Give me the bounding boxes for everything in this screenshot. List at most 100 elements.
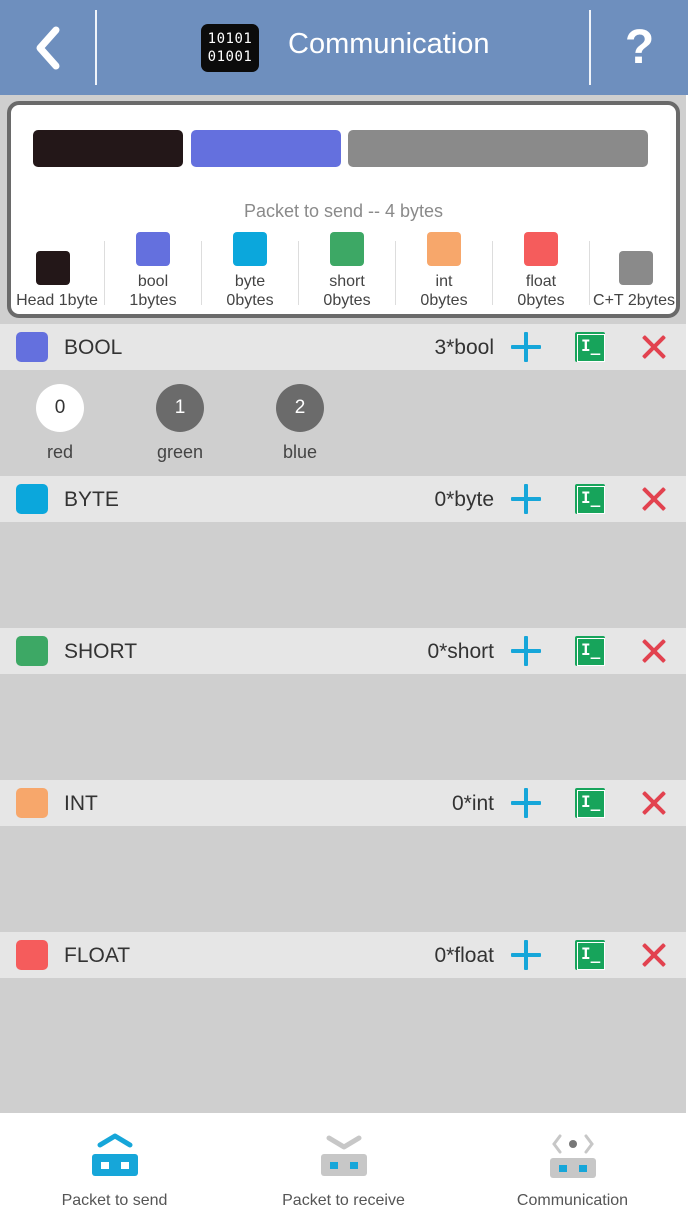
- legend-swatch-short: [330, 232, 364, 266]
- add-short-button[interactable]: [509, 634, 543, 668]
- section-body-int: [0, 826, 686, 932]
- delete-int-button[interactable]: [638, 787, 670, 819]
- packet-caption: Packet to send -- 4 bytes: [243, 201, 444, 221]
- nav-label: Packet to receive: [282, 1192, 405, 1209]
- nav-packet-to-send[interactable]: Packet to send: [0, 1113, 229, 1218]
- app-header: 10101 01001 Communication ?: [0, 0, 688, 95]
- section-body-float: [0, 978, 686, 1113]
- header-divider: [95, 10, 97, 85]
- section-name-bool: BOOL: [64, 336, 123, 359]
- section-header-int: INT 0*int I_: [0, 780, 686, 826]
- section-body-byte: [0, 522, 686, 628]
- add-byte-button[interactable]: [509, 482, 543, 516]
- legend-swatch-checksum-tail: [619, 251, 653, 285]
- legend-item-checksum-tail: C+T 2bytes: [590, 229, 678, 309]
- legend-size-float: 0bytes: [517, 292, 565, 309]
- bool-item[interactable]: 2 blue: [250, 370, 350, 476]
- edit-int-button[interactable]: I_: [575, 788, 605, 818]
- binary-icon: 10101 01001: [201, 24, 259, 72]
- legend-label-checksum-tail: C+T 2bytes: [593, 292, 675, 309]
- section-swatch-short: [16, 636, 48, 666]
- legend-size-int: 0bytes: [420, 292, 468, 309]
- legend-item-byte: byte 0bytes: [202, 229, 298, 309]
- bool-item[interactable]: 0 red: [10, 370, 110, 476]
- section-header-byte: BYTE 0*byte I_: [0, 476, 686, 522]
- packet-summary-card: Packet to send -- 4 bytes Head 1byte boo…: [7, 101, 680, 318]
- legend-swatch-int: [427, 232, 461, 266]
- delete-byte-button[interactable]: [638, 483, 670, 515]
- bool-toggle[interactable]: 2: [276, 384, 324, 432]
- section-body-short: [0, 674, 686, 780]
- packet-bar-bool: [191, 130, 341, 167]
- text-edit-icon: I_: [581, 792, 601, 811]
- section-count-byte: 0*byte: [434, 488, 494, 511]
- section-swatch-int: [16, 788, 48, 818]
- section-name-float: FLOAT: [64, 944, 131, 967]
- edit-byte-button[interactable]: I_: [575, 484, 605, 514]
- legend-label-head: Head 1byte: [16, 292, 98, 309]
- legend-size-byte: 0bytes: [226, 292, 274, 309]
- add-int-button[interactable]: [509, 786, 543, 820]
- legend-name-bool: bool: [137, 273, 169, 290]
- packet-bar-head: [33, 130, 183, 167]
- bool-label: red: [46, 442, 73, 462]
- section-count-int: 0*int: [451, 792, 494, 815]
- bool-label: green: [156, 442, 204, 462]
- legend-name-float: float: [525, 273, 557, 290]
- text-edit-icon: I_: [581, 488, 601, 507]
- bottom-nav: Packet to send Packet to receive Communi…: [0, 1113, 688, 1218]
- help-button[interactable]: ?: [591, 0, 688, 95]
- edit-short-button[interactable]: I_: [575, 636, 605, 666]
- packet-bar-checksum-tail: [348, 130, 648, 167]
- legend-swatch-bool: [136, 232, 170, 266]
- legend-size-short: 0bytes: [323, 292, 371, 309]
- text-edit-icon: I_: [581, 944, 601, 963]
- section-header-short: SHORT 0*short I_: [0, 628, 686, 674]
- section-count-float: 0*float: [434, 944, 494, 967]
- add-bool-button[interactable]: [509, 330, 543, 364]
- nav-label: Packet to send: [61, 1192, 168, 1209]
- section-header-float: FLOAT 0*float I_: [0, 932, 686, 978]
- section-swatch-byte: [16, 484, 48, 514]
- legend-item-bool: bool 1bytes: [105, 229, 201, 309]
- text-edit-icon: I_: [581, 640, 601, 659]
- legend-item-head: Head 1byte: [11, 229, 103, 309]
- communication-icon: [550, 1134, 596, 1178]
- legend-size-bool: 1bytes: [129, 292, 177, 309]
- nav-packet-to-receive[interactable]: Packet to receive: [229, 1113, 458, 1218]
- section-body-bool: 0 red 1 green 2 blue: [0, 370, 686, 476]
- section-swatch-float: [16, 940, 48, 970]
- section-count-short: 0*short: [427, 640, 494, 663]
- legend-swatch-float: [524, 232, 558, 266]
- legend-item-float: float 0bytes: [493, 229, 589, 309]
- section-name-int: INT: [64, 792, 98, 815]
- legend-item-int: int 0bytes: [396, 229, 492, 309]
- bool-item[interactable]: 1 green: [130, 370, 230, 476]
- delete-float-button[interactable]: [638, 939, 670, 971]
- section-swatch-bool: [16, 332, 48, 362]
- text-edit-icon: I_: [581, 336, 601, 355]
- section-header-bool: BOOL 3*bool I_: [0, 324, 686, 370]
- add-float-button[interactable]: [509, 938, 543, 972]
- edit-float-button[interactable]: I_: [575, 940, 605, 970]
- legend-swatch-head: [36, 251, 70, 285]
- legend-name-int: int: [435, 273, 453, 290]
- delete-bool-button[interactable]: [638, 331, 670, 363]
- nav-label: Communication: [516, 1192, 629, 1209]
- legend-name-short: short: [329, 273, 365, 290]
- packet-legend: Head 1byte bool 1bytes byte 0bytes short…: [11, 229, 676, 309]
- back-button[interactable]: [0, 0, 96, 95]
- delete-short-button[interactable]: [638, 635, 670, 667]
- legend-name-byte: byte: [234, 273, 266, 290]
- legend-swatch-byte: [233, 232, 267, 266]
- bool-toggle[interactable]: 1: [156, 384, 204, 432]
- page-title: Communication: [288, 28, 490, 60]
- bool-toggle[interactable]: 0: [36, 384, 84, 432]
- section-name-short: SHORT: [64, 640, 138, 663]
- nav-communication[interactable]: Communication: [458, 1113, 687, 1218]
- receive-packet-icon: [321, 1135, 367, 1176]
- edit-bool-button[interactable]: I_: [575, 332, 605, 362]
- legend-item-short: short 0bytes: [299, 229, 395, 309]
- section-name-byte: BYTE: [64, 488, 119, 511]
- chevron-left-icon: [36, 26, 60, 69]
